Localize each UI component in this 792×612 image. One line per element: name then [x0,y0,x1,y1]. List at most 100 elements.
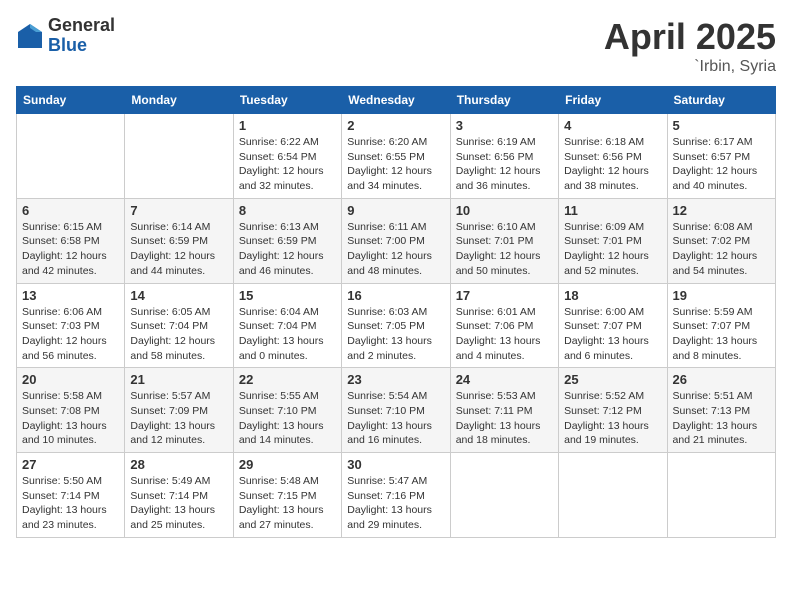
day-number: 25 [564,372,661,387]
day-cell: 10 Sunrise: 6:10 AM Sunset: 7:01 PM Dayli… [450,198,558,283]
header-day-thursday: Thursday [450,87,558,114]
day-cell: 17Sunrise: 6:01 AM Sunset: 7:06 PM Dayli… [450,283,558,368]
day-cell: 7Sunrise: 6:14 AM Sunset: 6:59 PM Daylig… [125,198,233,283]
day-info: Sunrise: 6:03 AM Sunset: 7:05 PM Dayligh… [347,305,444,364]
title-block: April 2025 `Irbin, Syria [604,16,776,76]
day-info: Sunrise: 6:13 AM Sunset: 6:59 PM Dayligh… [239,220,336,279]
day-cell: 20Sunrise: 5:58 AM Sunset: 7:08 PM Dayli… [17,368,125,453]
month-title: April 2025 [604,16,776,58]
day-info: Sunrise: 5:57 AM Sunset: 7:09 PM Dayligh… [130,389,227,448]
day-info: Sunrise: 6:08 AM Sunset: 7:02 PM Dayligh… [673,220,770,279]
day-info: Sunrise: 6:10 AM Sunset: 7:01 PM Dayligh… [456,220,553,279]
day-number: 21 [130,372,227,387]
day-cell: 12 Sunrise: 6:08 AM Sunset: 7:02 PM Dayli… [667,198,775,283]
week-row-2: 6Sunrise: 6:15 AM Sunset: 6:58 PM Daylig… [17,198,776,283]
day-info: Sunrise: 5:51 AM Sunset: 7:13 PM Dayligh… [673,389,770,448]
day-cell [450,453,558,538]
calendar-body: 1 Sunrise: 6:22 AM Sunset: 6:54 PM Daylig… [17,114,776,538]
day-info: Sunrise: 6:14 AM Sunset: 6:59 PM Dayligh… [130,220,227,279]
day-number: 11 [564,203,661,218]
day-cell [667,453,775,538]
day-info: Sunrise: 5:47 AM Sunset: 7:16 PM Dayligh… [347,474,444,533]
day-cell: 3Sunrise: 6:19 AM Sunset: 6:56 PM Daylig… [450,114,558,199]
calendar-table: SundayMondayTuesdayWednesdayThursdayFrid… [16,86,776,538]
day-info: Sunrise: 6:17 AM Sunset: 6:57 PM Dayligh… [673,135,770,194]
day-info: Sunrise: 6:20 AM Sunset: 6:55 PM Dayligh… [347,135,444,194]
location: `Irbin, Syria [604,58,776,76]
week-row-5: 27 Sunrise: 5:50 AM Sunset: 7:14 PM Dayli… [17,453,776,538]
header-day-monday: Monday [125,87,233,114]
day-cell: 21 Sunrise: 5:57 AM Sunset: 7:09 PM Dayli… [125,368,233,453]
day-cell: 9 Sunrise: 6:11 AM Sunset: 7:00 PM Daylig… [342,198,450,283]
day-cell: 11 Sunrise: 6:09 AM Sunset: 7:01 PM Dayli… [559,198,667,283]
day-cell: 5Sunrise: 6:17 AM Sunset: 6:57 PM Daylig… [667,114,775,199]
logo-text: General Blue [48,16,115,56]
week-row-4: 20Sunrise: 5:58 AM Sunset: 7:08 PM Dayli… [17,368,776,453]
day-number: 14 [130,288,227,303]
day-number: 30 [347,457,444,472]
day-cell [125,114,233,199]
day-number: 13 [22,288,119,303]
day-number: 9 [347,203,444,218]
day-cell: 19 Sunrise: 5:59 AM Sunset: 7:07 PM Dayli… [667,283,775,368]
day-cell [17,114,125,199]
day-number: 3 [456,118,553,133]
day-cell: 22 Sunrise: 5:55 AM Sunset: 7:10 PM Dayli… [233,368,341,453]
header-row: SundayMondayTuesdayWednesdayThursdayFrid… [17,87,776,114]
day-cell: 14Sunrise: 6:05 AM Sunset: 7:04 PM Dayli… [125,283,233,368]
day-number: 12 [673,203,770,218]
logo-icon [16,22,44,50]
day-info: Sunrise: 5:53 AM Sunset: 7:11 PM Dayligh… [456,389,553,448]
day-info: Sunrise: 5:52 AM Sunset: 7:12 PM Dayligh… [564,389,661,448]
day-number: 23 [347,372,444,387]
day-info: Sunrise: 5:49 AM Sunset: 7:14 PM Dayligh… [130,474,227,533]
day-cell: 6Sunrise: 6:15 AM Sunset: 6:58 PM Daylig… [17,198,125,283]
page-header: General Blue April 2025 `Irbin, Syria [16,16,776,76]
day-cell: 28 Sunrise: 5:49 AM Sunset: 7:14 PM Dayli… [125,453,233,538]
day-cell: 23Sunrise: 5:54 AM Sunset: 7:10 PM Dayli… [342,368,450,453]
day-number: 2 [347,118,444,133]
day-number: 15 [239,288,336,303]
day-cell: 1 Sunrise: 6:22 AM Sunset: 6:54 PM Daylig… [233,114,341,199]
day-cell: 4Sunrise: 6:18 AM Sunset: 6:56 PM Daylig… [559,114,667,199]
day-info: Sunrise: 6:01 AM Sunset: 7:06 PM Dayligh… [456,305,553,364]
day-number: 18 [564,288,661,303]
day-number: 28 [130,457,227,472]
day-number: 26 [673,372,770,387]
day-cell: 25 Sunrise: 5:52 AM Sunset: 7:12 PM Dayli… [559,368,667,453]
day-info: Sunrise: 6:00 AM Sunset: 7:07 PM Dayligh… [564,305,661,364]
day-cell: 29Sunrise: 5:48 AM Sunset: 7:15 PM Dayli… [233,453,341,538]
day-info: Sunrise: 6:09 AM Sunset: 7:01 PM Dayligh… [564,220,661,279]
day-info: Sunrise: 5:50 AM Sunset: 7:14 PM Dayligh… [22,474,119,533]
week-row-3: 13 Sunrise: 6:06 AM Sunset: 7:03 PM Dayli… [17,283,776,368]
logo: General Blue [16,16,115,56]
day-number: 19 [673,288,770,303]
header-day-wednesday: Wednesday [342,87,450,114]
day-cell: 16Sunrise: 6:03 AM Sunset: 7:05 PM Dayli… [342,283,450,368]
day-cell: 15Sunrise: 6:04 AM Sunset: 7:04 PM Dayli… [233,283,341,368]
header-day-saturday: Saturday [667,87,775,114]
day-info: Sunrise: 6:06 AM Sunset: 7:03 PM Dayligh… [22,305,119,364]
day-cell: 13 Sunrise: 6:06 AM Sunset: 7:03 PM Dayli… [17,283,125,368]
day-number: 4 [564,118,661,133]
week-row-1: 1 Sunrise: 6:22 AM Sunset: 6:54 PM Daylig… [17,114,776,199]
day-number: 1 [239,118,336,133]
day-info: Sunrise: 5:59 AM Sunset: 7:07 PM Dayligh… [673,305,770,364]
day-cell: 24Sunrise: 5:53 AM Sunset: 7:11 PM Dayli… [450,368,558,453]
day-info: Sunrise: 6:11 AM Sunset: 7:00 PM Dayligh… [347,220,444,279]
day-number: 29 [239,457,336,472]
day-number: 22 [239,372,336,387]
header-day-friday: Friday [559,87,667,114]
day-cell: 18 Sunrise: 6:00 AM Sunset: 7:07 PM Dayli… [559,283,667,368]
day-info: Sunrise: 5:55 AM Sunset: 7:10 PM Dayligh… [239,389,336,448]
day-info: Sunrise: 5:58 AM Sunset: 7:08 PM Dayligh… [22,389,119,448]
day-info: Sunrise: 6:22 AM Sunset: 6:54 PM Dayligh… [239,135,336,194]
day-cell: 2 Sunrise: 6:20 AM Sunset: 6:55 PM Daylig… [342,114,450,199]
header-day-tuesday: Tuesday [233,87,341,114]
day-number: 10 [456,203,553,218]
day-cell: 27 Sunrise: 5:50 AM Sunset: 7:14 PM Dayli… [17,453,125,538]
header-day-sunday: Sunday [17,87,125,114]
day-info: Sunrise: 6:15 AM Sunset: 6:58 PM Dayligh… [22,220,119,279]
day-number: 27 [22,457,119,472]
day-cell: 30 Sunrise: 5:47 AM Sunset: 7:16 PM Dayli… [342,453,450,538]
